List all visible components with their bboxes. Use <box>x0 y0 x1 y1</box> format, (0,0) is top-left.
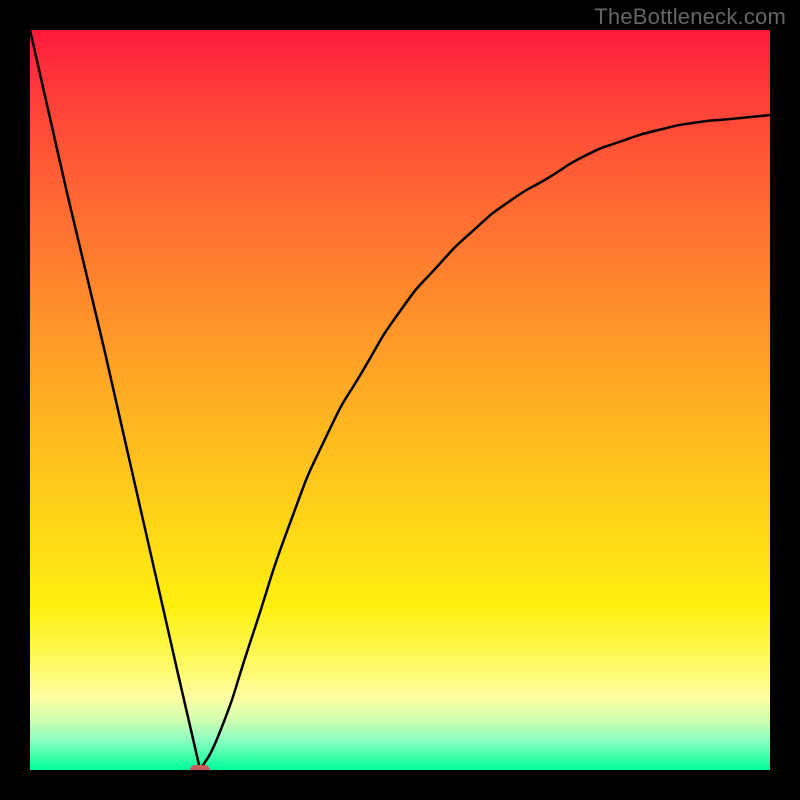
watermark-label: TheBottleneck.com <box>594 4 786 30</box>
bottleneck-curve <box>30 30 770 770</box>
optimal-marker <box>190 765 210 770</box>
plot-area <box>30 30 770 770</box>
chart-frame: TheBottleneck.com <box>0 0 800 800</box>
